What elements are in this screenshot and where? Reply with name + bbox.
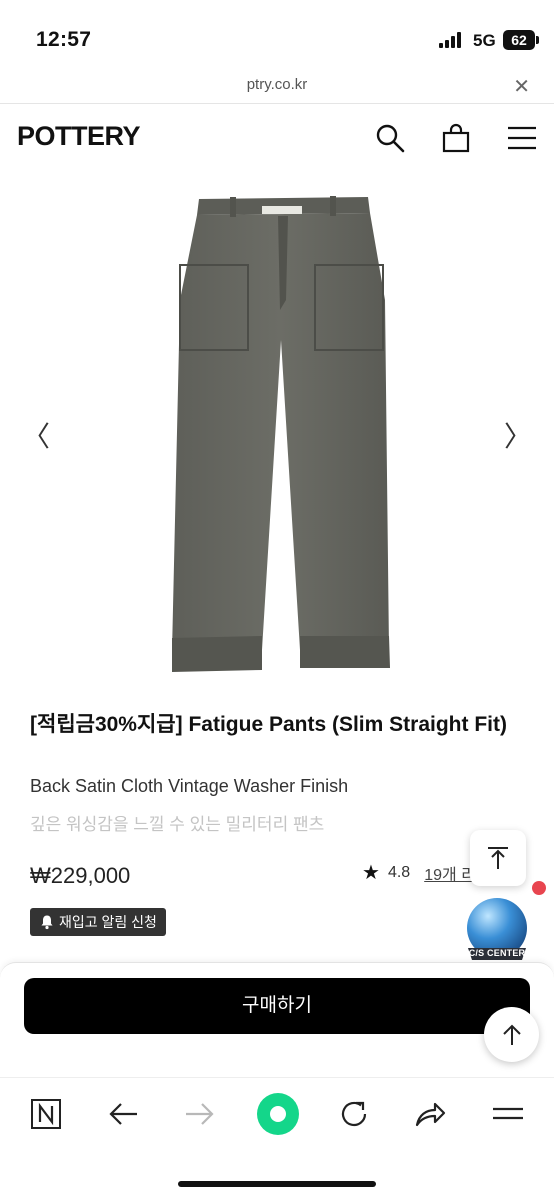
battery-tip [536, 36, 539, 44]
star-icon: ★ [362, 862, 380, 884]
scroll-up-button[interactable] [484, 1007, 539, 1062]
reviews-link[interactable]: 19개 리 [424, 861, 476, 885]
bell-icon [41, 915, 53, 930]
cs-center-button[interactable]: C/S CENTER [462, 896, 532, 966]
restock-alert-button[interactable]: 재입고 알림 신청 [30, 908, 166, 936]
arrow-up-icon [502, 1024, 521, 1045]
share-icon[interactable] [410, 1094, 450, 1134]
browser-url-bar[interactable]: ptry.co.kr ✕ [0, 70, 554, 104]
menu-lines-icon[interactable] [488, 1094, 528, 1134]
home-indicator[interactable] [178, 1181, 376, 1187]
green-dot-icon[interactable] [256, 1092, 300, 1136]
site-header: POTTERY [0, 104, 554, 172]
product-image [172, 196, 390, 672]
site-logo[interactable]: POTTERY [17, 121, 141, 152]
rating-score: 4.8 [387, 863, 411, 881]
search-icon[interactable] [374, 122, 406, 154]
n-home-icon[interactable] [26, 1094, 66, 1134]
gallery-prev-arrow[interactable]: 〈 [22, 415, 50, 455]
buy-button[interactable]: 구매하기 [24, 978, 530, 1034]
back-arrow-icon[interactable] [103, 1094, 143, 1134]
url-text[interactable]: ptry.co.kr [0, 76, 554, 93]
network-label: 5G [473, 31, 496, 50]
refresh-icon[interactable] [334, 1094, 374, 1134]
product-title: [적립금30%지급] Fatigue Pants (Slim Straight … [30, 713, 507, 736]
product-subtitle: Back Satin Cloth Vintage Washer Finish [30, 776, 349, 796]
forward-arrow-icon[interactable] [180, 1094, 220, 1134]
cs-center-label: C/S CENTER [468, 948, 526, 958]
battery-icon: 62 [503, 30, 535, 50]
notification-dot [532, 881, 546, 895]
status-bar: 12:57 5G 62 [0, 0, 554, 70]
arrow-up-icon [488, 847, 508, 869]
product-gallery[interactable]: 〈 〉 [0, 180, 554, 690]
close-icon[interactable]: ✕ [513, 74, 530, 99]
product-rating: ★ 4.8 19개 리 [362, 860, 476, 885]
signal-icon [439, 32, 465, 48]
product-description: 깊은 워싱감을 느낄 수 있는 밀리터리 팬츠 [30, 815, 325, 834]
shopping-bag-icon[interactable] [440, 122, 472, 154]
restock-label: 재입고 알림 신청 [59, 914, 157, 930]
scroll-top-button[interactable] [470, 830, 526, 886]
product-price: ₩229,000 [30, 863, 131, 888]
menu-icon[interactable] [506, 122, 538, 154]
status-time: 12:57 [36, 28, 92, 51]
gallery-next-arrow[interactable]: 〉 [504, 415, 532, 455]
